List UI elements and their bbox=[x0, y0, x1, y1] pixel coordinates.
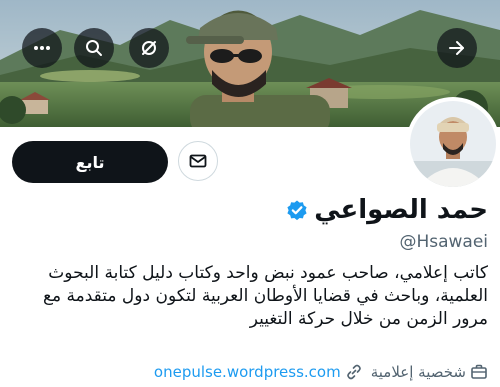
briefcase-icon bbox=[471, 364, 487, 379]
website-link[interactable]: onepulse.wordpress.com bbox=[154, 363, 341, 381]
grok-button[interactable] bbox=[129, 28, 169, 68]
website-item[interactable]: onepulse.wordpress.com bbox=[154, 363, 363, 381]
message-button[interactable] bbox=[178, 141, 218, 181]
bio-line: مرور الزمن من خلال حركة التغيير bbox=[249, 309, 488, 329]
profile-meta: شخصية إعلامية onepulse.wordpress.com bbox=[154, 360, 488, 384]
profile-bio: كاتب إعلامي، صاحب عمود نبض واحد وكتاب دل… bbox=[10, 262, 488, 331]
verified-badge-icon[interactable] bbox=[286, 199, 308, 221]
profile-name-row: حمد الصواعي bbox=[286, 192, 488, 228]
handle: @Hsawaei bbox=[399, 232, 488, 252]
grok-icon bbox=[142, 41, 156, 55]
bio-line: كاتب إعلامي، صاحب عمود نبض واحد وكتاب دل… bbox=[48, 263, 488, 283]
envelope-icon bbox=[189, 154, 207, 168]
category-item: شخصية إعلامية bbox=[371, 363, 488, 381]
forward-button[interactable] bbox=[437, 28, 477, 68]
avatar[interactable] bbox=[406, 97, 500, 191]
avatar-image bbox=[410, 101, 496, 187]
bio-line: العلمية، وباحث في قضايا الأوطان العربية … bbox=[42, 286, 488, 306]
category-text: شخصية إعلامية bbox=[370, 363, 466, 381]
search-button[interactable] bbox=[74, 28, 114, 68]
arrow-right-icon bbox=[449, 41, 464, 55]
more-button[interactable] bbox=[22, 28, 62, 68]
display-name: حمد الصواعي bbox=[314, 195, 488, 225]
follow-button[interactable]: تابع bbox=[12, 141, 168, 183]
search-icon bbox=[86, 40, 102, 56]
link-icon bbox=[346, 364, 361, 380]
more-icon bbox=[34, 46, 50, 50]
